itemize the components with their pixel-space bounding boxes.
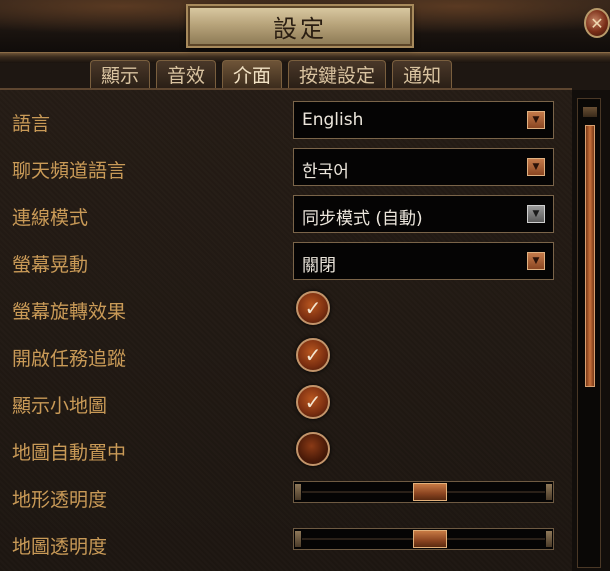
- language-dropdown[interactable]: English ▼: [293, 101, 554, 139]
- dropdown-value: 關閉: [302, 256, 336, 276]
- slider-end-cap: [295, 484, 301, 500]
- setting-label: 螢幕旋轉效果: [12, 301, 127, 323]
- connection-mode-dropdown[interactable]: 同步模式 (自動) ▼: [293, 195, 554, 233]
- setting-row-map-transparency: 地圖透明度: [0, 523, 572, 569]
- setting-label: 聊天頻道語言: [12, 160, 127, 182]
- setting-label: 開啟任務追蹤: [12, 348, 127, 370]
- dropdown-value: 한국어: [302, 162, 349, 182]
- quest-tracker-checkbox[interactable]: ✓: [296, 338, 330, 372]
- close-icon: ✕: [590, 13, 604, 33]
- setting-row-screen-shake: 螢幕晃動 關閉 ▼: [0, 241, 572, 287]
- tab-keybindings[interactable]: 按鍵設定: [288, 60, 387, 88]
- chevron-down-icon: ▼: [527, 205, 545, 223]
- setting-label: 地圖自動置中: [12, 442, 127, 464]
- slider-thumb[interactable]: [412, 483, 447, 501]
- setting-label: 連線模式: [12, 207, 89, 229]
- setting-label: 顯示小地圖: [12, 395, 108, 417]
- tab-interface[interactable]: 介面: [222, 60, 283, 88]
- setting-row-minimap: 顯示小地圖 ✓: [0, 382, 572, 428]
- checkmark-icon: ✓: [304, 390, 322, 414]
- scrollbar-track: [577, 98, 601, 568]
- terrain-transparency-slider[interactable]: [293, 481, 554, 503]
- checkmark-icon: ✓: [304, 296, 322, 320]
- setting-label: 語言: [12, 113, 51, 135]
- map-transparency-slider[interactable]: [293, 528, 554, 550]
- setting-row-connection-mode: 連線模式 同步模式 (自動) ▼: [0, 194, 572, 240]
- setting-row-map-autocenter: 地圖自動置中: [0, 429, 572, 475]
- setting-row-quest-tracker: 開啟任務追蹤 ✓: [0, 335, 572, 381]
- checkmark-icon: ✓: [304, 343, 322, 367]
- setting-row-screen-rotation: 螢幕旋轉效果 ✓: [0, 288, 572, 334]
- scrollbar-thumb[interactable]: [585, 125, 595, 387]
- screen-rotation-checkbox[interactable]: ✓: [296, 291, 330, 325]
- setting-row-chat-language: 聊天頻道語言 한국어 ▼: [0, 147, 572, 193]
- setting-row-language: 語言 English ▼: [0, 100, 572, 146]
- tab-notifications[interactable]: 通知: [392, 60, 453, 88]
- settings-window: 設定 ✕ 顯示 音效 介面 按鍵設定 通知 語言 English ▼ 聊天頻道語…: [0, 0, 610, 571]
- slider-end-cap: [295, 531, 301, 547]
- scrollbar[interactable]: [572, 90, 610, 571]
- scrollbar-cap: [583, 107, 597, 117]
- chevron-down-icon: ▼: [527, 158, 545, 176]
- setting-row-terrain-transparency: 地形透明度: [0, 476, 572, 522]
- minimap-checkbox[interactable]: ✓: [296, 385, 330, 419]
- setting-label: 螢幕晃動: [12, 254, 89, 276]
- setting-label: 地形透明度: [12, 489, 108, 511]
- screen-shake-dropdown[interactable]: 關閉 ▼: [293, 242, 554, 280]
- title-plate: 設定: [188, 6, 412, 46]
- tab-sound[interactable]: 音效: [156, 60, 217, 88]
- window-title: 設定: [273, 14, 327, 43]
- slider-thumb[interactable]: [412, 530, 447, 548]
- chevron-down-icon: ▼: [527, 252, 545, 270]
- settings-panel: 語言 English ▼ 聊天頻道語言 한국어 ▼ 連線模式 同步模式 (自動)…: [0, 88, 572, 571]
- chat-language-dropdown[interactable]: 한국어 ▼: [293, 148, 554, 186]
- map-autocenter-checkbox[interactable]: [296, 432, 330, 466]
- close-button[interactable]: ✕: [584, 8, 610, 38]
- tab-display[interactable]: 顯示: [90, 60, 151, 88]
- slider-end-cap: [546, 531, 552, 547]
- tab-bar: 顯示 音效 介面 按鍵設定 通知: [90, 60, 453, 88]
- setting-label: 地圖透明度: [12, 536, 108, 558]
- dropdown-value: English: [302, 110, 364, 130]
- dropdown-value: 同步模式 (自動): [302, 209, 423, 229]
- chevron-down-icon: ▼: [527, 111, 545, 129]
- slider-end-cap: [546, 484, 552, 500]
